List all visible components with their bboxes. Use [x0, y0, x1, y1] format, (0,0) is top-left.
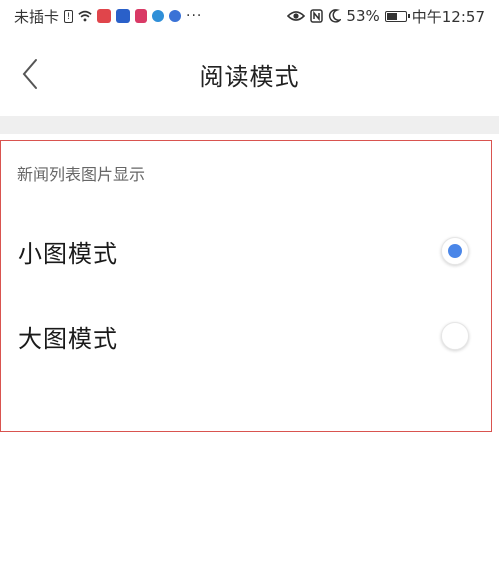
radio-selected-dot	[448, 329, 462, 343]
option-large-image-mode[interactable]: 大图模式	[1, 306, 491, 366]
moon-icon	[329, 9, 342, 23]
back-button[interactable]	[12, 54, 48, 94]
clock: 中午12:57	[411, 7, 485, 26]
option-label: 小图模式	[18, 239, 118, 268]
battery-icon	[384, 10, 410, 22]
radio-button[interactable]	[441, 237, 469, 265]
page-title: 阅读模式	[199, 62, 300, 91]
nav-bar: 阅读模式	[0, 32, 499, 116]
option-small-image-mode[interactable]: 小图模式	[1, 221, 491, 281]
eye-icon	[287, 11, 306, 21]
status-bar: 未插卡 ! ··· 53% 中午12:57	[0, 0, 499, 32]
app-notification-icon	[97, 9, 112, 23]
sim-icon: !	[64, 9, 74, 23]
image-display-section: 新闻列表图片显示 小图模式 大图模式	[0, 140, 492, 432]
app-notification-icon	[116, 9, 131, 23]
status-right: 53% 中午12:57	[287, 6, 485, 27]
carrier-label: 未插卡	[14, 7, 60, 26]
wifi-icon	[78, 10, 92, 22]
app-notification-icon	[152, 10, 165, 22]
nfc-icon	[310, 9, 324, 23]
chevron-left-icon	[22, 59, 37, 89]
section-title: 新闻列表图片显示	[17, 165, 146, 184]
option-label: 大图模式	[18, 324, 118, 353]
radio-button[interactable]	[441, 322, 469, 350]
app-notification-icon	[135, 9, 148, 23]
music-app-icon	[169, 10, 182, 22]
radio-selected-dot	[448, 244, 462, 258]
status-left: 未插卡 ! ···	[14, 6, 202, 27]
more-notifications-icon: ···	[186, 8, 203, 24]
battery-percent: 53%	[346, 7, 380, 25]
section-divider	[0, 116, 499, 134]
